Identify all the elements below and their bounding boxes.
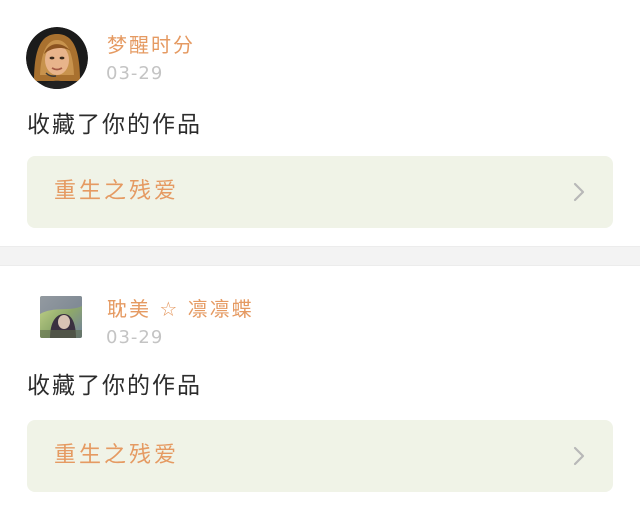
- action-text: 收藏了你的作品: [27, 373, 202, 399]
- notification-feed: 梦醒时分 03-29 收藏了你的作品 重生之残爱 耽美 ☆ 凛凛蝶 03-29 …: [0, 0, 640, 513]
- chevron-right-icon: [571, 182, 587, 202]
- username[interactable]: 梦醒时分: [107, 32, 195, 58]
- work-title: 重生之残爱: [54, 179, 180, 204]
- user-avatar[interactable]: [26, 27, 88, 89]
- username[interactable]: 耽美 ☆ 凛凛蝶: [107, 296, 254, 322]
- section-divider: [0, 246, 640, 266]
- chevron-right-icon: [571, 446, 587, 466]
- avatar-portrait-icon: [26, 27, 88, 89]
- work-link-card[interactable]: 重生之残爱: [27, 156, 613, 228]
- work-link-card[interactable]: 重生之残爱: [27, 420, 613, 492]
- notification-item: 耽美 ☆ 凛凛蝶 03-29 收藏了你的作品 重生之残爱: [0, 266, 640, 513]
- action-text: 收藏了你的作品: [27, 112, 202, 138]
- user-avatar[interactable]: [40, 296, 82, 338]
- timestamp: 03-29: [106, 63, 164, 84]
- work-title: 重生之残爱: [54, 443, 180, 468]
- timestamp: 03-29: [106, 327, 164, 348]
- avatar-photo-icon: [40, 296, 82, 338]
- notification-item: 梦醒时分 03-29 收藏了你的作品 重生之残爱: [0, 0, 640, 246]
